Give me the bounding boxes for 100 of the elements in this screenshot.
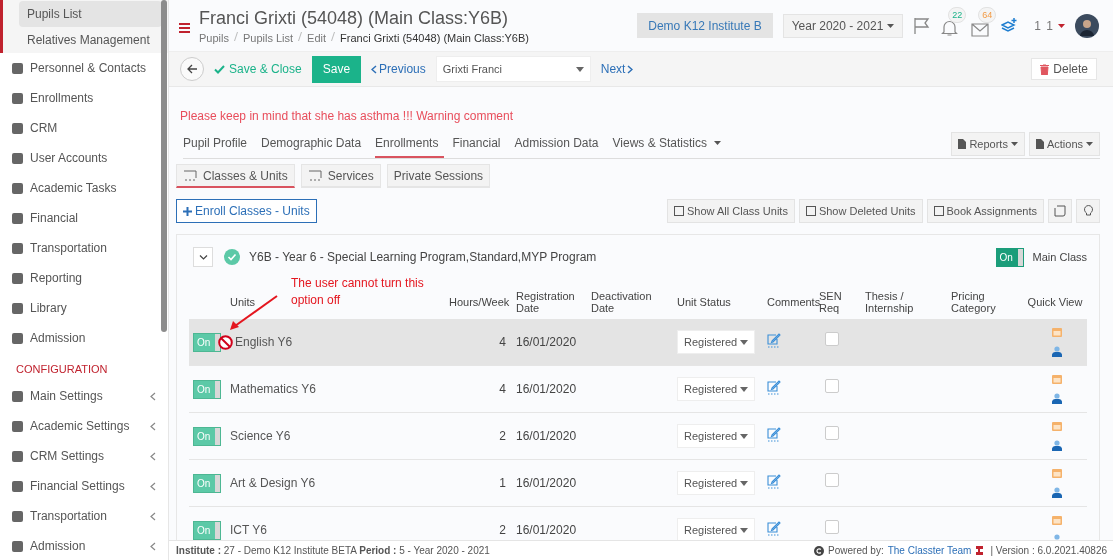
sidebar-item[interactable]: Financial <box>0 203 168 233</box>
edit-icon[interactable] <box>767 521 781 536</box>
toolbar-button[interactable]: Show All Class Units <box>667 199 795 223</box>
envelope-icon[interactable] <box>971 22 990 37</box>
year-dropdown[interactable]: Year 2020 - 2021 <box>782 13 904 38</box>
toolbar-button[interactable]: Book Assignments <box>926 199 1044 223</box>
breadcrumb[interactable]: Pupils <box>199 31 229 44</box>
calendar-icon[interactable] <box>1052 515 1062 525</box>
person-icon[interactable] <box>1052 346 1062 357</box>
breadcrumb[interactable]: Edit <box>307 31 327 44</box>
status-select[interactable]: Registered <box>677 424 755 448</box>
checkbox[interactable] <box>825 332 839 346</box>
tab[interactable]: Pupil Profile <box>183 130 254 158</box>
caret-icon <box>740 480 748 486</box>
enroll-button[interactable]: Enroll Classes - Units <box>176 199 317 223</box>
logo-icon <box>975 545 985 556</box>
status-select[interactable]: Registered <box>677 471 755 495</box>
dropdown-button[interactable]: Reports <box>951 132 1025 156</box>
sidebar-item[interactable]: Reporting <box>0 263 168 293</box>
subtab[interactable]: Classes & Units <box>176 164 295 188</box>
edit-icon[interactable] <box>767 474 781 489</box>
avatar[interactable] <box>1075 13 1099 38</box>
sidebar-item[interactable]: Academic Tasks <box>0 173 168 203</box>
next-link[interactable]: Next <box>600 62 634 76</box>
calendar-icon[interactable] <box>1052 421 1062 431</box>
chevron-icon <box>150 511 156 521</box>
table-row[interactable]: On Science Y6 2 16/01/2020 Registered <box>189 413 1087 460</box>
calendar-icon[interactable] <box>1052 468 1062 478</box>
breadcrumb: Franci Grixti (54048) (Main Class:Y6B) <box>340 31 529 44</box>
dropdown-button[interactable]: Actions <box>1028 132 1100 156</box>
sidebar-subitem[interactable]: Pupils List <box>19 1 162 27</box>
sidebar-item[interactable]: Main Settings <box>0 381 168 411</box>
status-select[interactable]: Registered <box>677 377 755 401</box>
sidebar-item[interactable]: Library <box>0 293 168 323</box>
annotation-arrow <box>229 295 279 331</box>
table-row[interactable]: On English Y6 4 16/01/2020 Registered <box>189 319 1087 366</box>
bell-icon[interactable] <box>941 18 959 37</box>
tab[interactable]: Admission Data <box>514 130 605 158</box>
team-link[interactable]: The Classter Team <box>887 545 972 556</box>
table-row[interactable]: On Mathematics Y6 4 16/01/2020 Registered <box>189 366 1087 413</box>
table-cell-text: 16/01/2020 <box>515 523 578 537</box>
sidebar-subitem[interactable]: Relatives Management <box>19 27 162 53</box>
unit-name: Art & Design Y6 <box>230 476 316 490</box>
tab[interactable]: Demographic Data <box>261 130 368 158</box>
checkbox[interactable] <box>825 473 839 487</box>
caret-icon <box>740 527 748 533</box>
warning-message: Please keep in mind that she has asthma !!! Warning comment <box>180 109 515 123</box>
flag-icon[interactable] <box>913 16 932 35</box>
sidebar-item[interactable]: Admission <box>0 323 168 353</box>
lightbulb-icon <box>1083 205 1093 217</box>
subtab[interactable]: Services <box>300 164 381 188</box>
check-circle-icon <box>224 249 240 265</box>
sidebar-item[interactable]: Financial Settings <box>0 471 168 501</box>
sidebar-item[interactable]: Transportation <box>0 501 168 531</box>
tab[interactable]: Enrollments <box>375 130 445 158</box>
tab[interactable]: Financial <box>452 130 507 158</box>
checkbox[interactable] <box>825 520 839 534</box>
status-select[interactable]: Registered <box>677 330 755 354</box>
sidebar-item[interactable]: Personnel & Contacts <box>0 53 168 83</box>
status-select[interactable]: Registered <box>677 518 755 540</box>
scroll-icon-button[interactable] <box>1048 199 1072 223</box>
table-row[interactable]: On Art & Design Y6 1 16/01/2020 Registered <box>189 460 1087 507</box>
person-icon[interactable] <box>1052 440 1062 451</box>
person-icon[interactable] <box>1052 487 1062 498</box>
layers-plus-icon[interactable] <box>1001 17 1019 34</box>
institute-button[interactable]: Demo K12 Institute B <box>637 13 773 38</box>
user-name[interactable]: 1 1 <box>1034 18 1054 33</box>
back-button[interactable] <box>180 57 204 81</box>
collapse-button[interactable] <box>193 247 213 267</box>
scrollbar[interactable] <box>161 0 167 332</box>
person-icon[interactable] <box>1052 393 1062 404</box>
edit-icon[interactable] <box>767 427 781 442</box>
checkbox[interactable] <box>825 426 839 440</box>
pupil-select[interactable]: Grixti Franci <box>435 56 591 82</box>
breadcrumb-separator <box>331 31 336 41</box>
edit-icon[interactable] <box>767 380 781 395</box>
unit-name: Science Y6 <box>230 429 291 443</box>
sidebar-item[interactable]: CRM <box>0 113 168 143</box>
table-cell-text: 16/01/2020 <box>515 429 578 443</box>
lightbulb-button[interactable] <box>1076 199 1100 223</box>
checkbox[interactable] <box>825 379 839 393</box>
previous-link[interactable]: Previous <box>371 62 426 76</box>
sidebar-item[interactable]: Transportation <box>0 233 168 263</box>
toggle-label: Main Class <box>1032 251 1087 263</box>
square-icon <box>805 206 816 216</box>
sidebar-item[interactable]: User Accounts <box>0 143 168 173</box>
sidebar-item[interactable]: Enrollments <box>0 83 168 113</box>
delete-button[interactable]: Delete <box>1031 58 1097 80</box>
sidebar-item[interactable]: Academic Settings <box>0 411 168 441</box>
edit-icon[interactable] <box>767 333 781 348</box>
breadcrumb[interactable]: Pupils List <box>242 31 294 44</box>
tab[interactable]: Views & Statistics <box>612 130 727 158</box>
caret-icon[interactable] <box>1058 23 1065 28</box>
toolbar-button[interactable]: Show Deleted Units <box>798 199 923 223</box>
sidebar-item[interactable]: CRM Settings <box>0 441 168 471</box>
document-icon <box>1035 139 1044 149</box>
subtab[interactable]: Private Sessions <box>386 164 491 188</box>
sidebar-item[interactable]: Admission <box>0 531 168 560</box>
caret-icon <box>1086 142 1093 146</box>
calendar-icon[interactable] <box>1052 374 1062 384</box>
